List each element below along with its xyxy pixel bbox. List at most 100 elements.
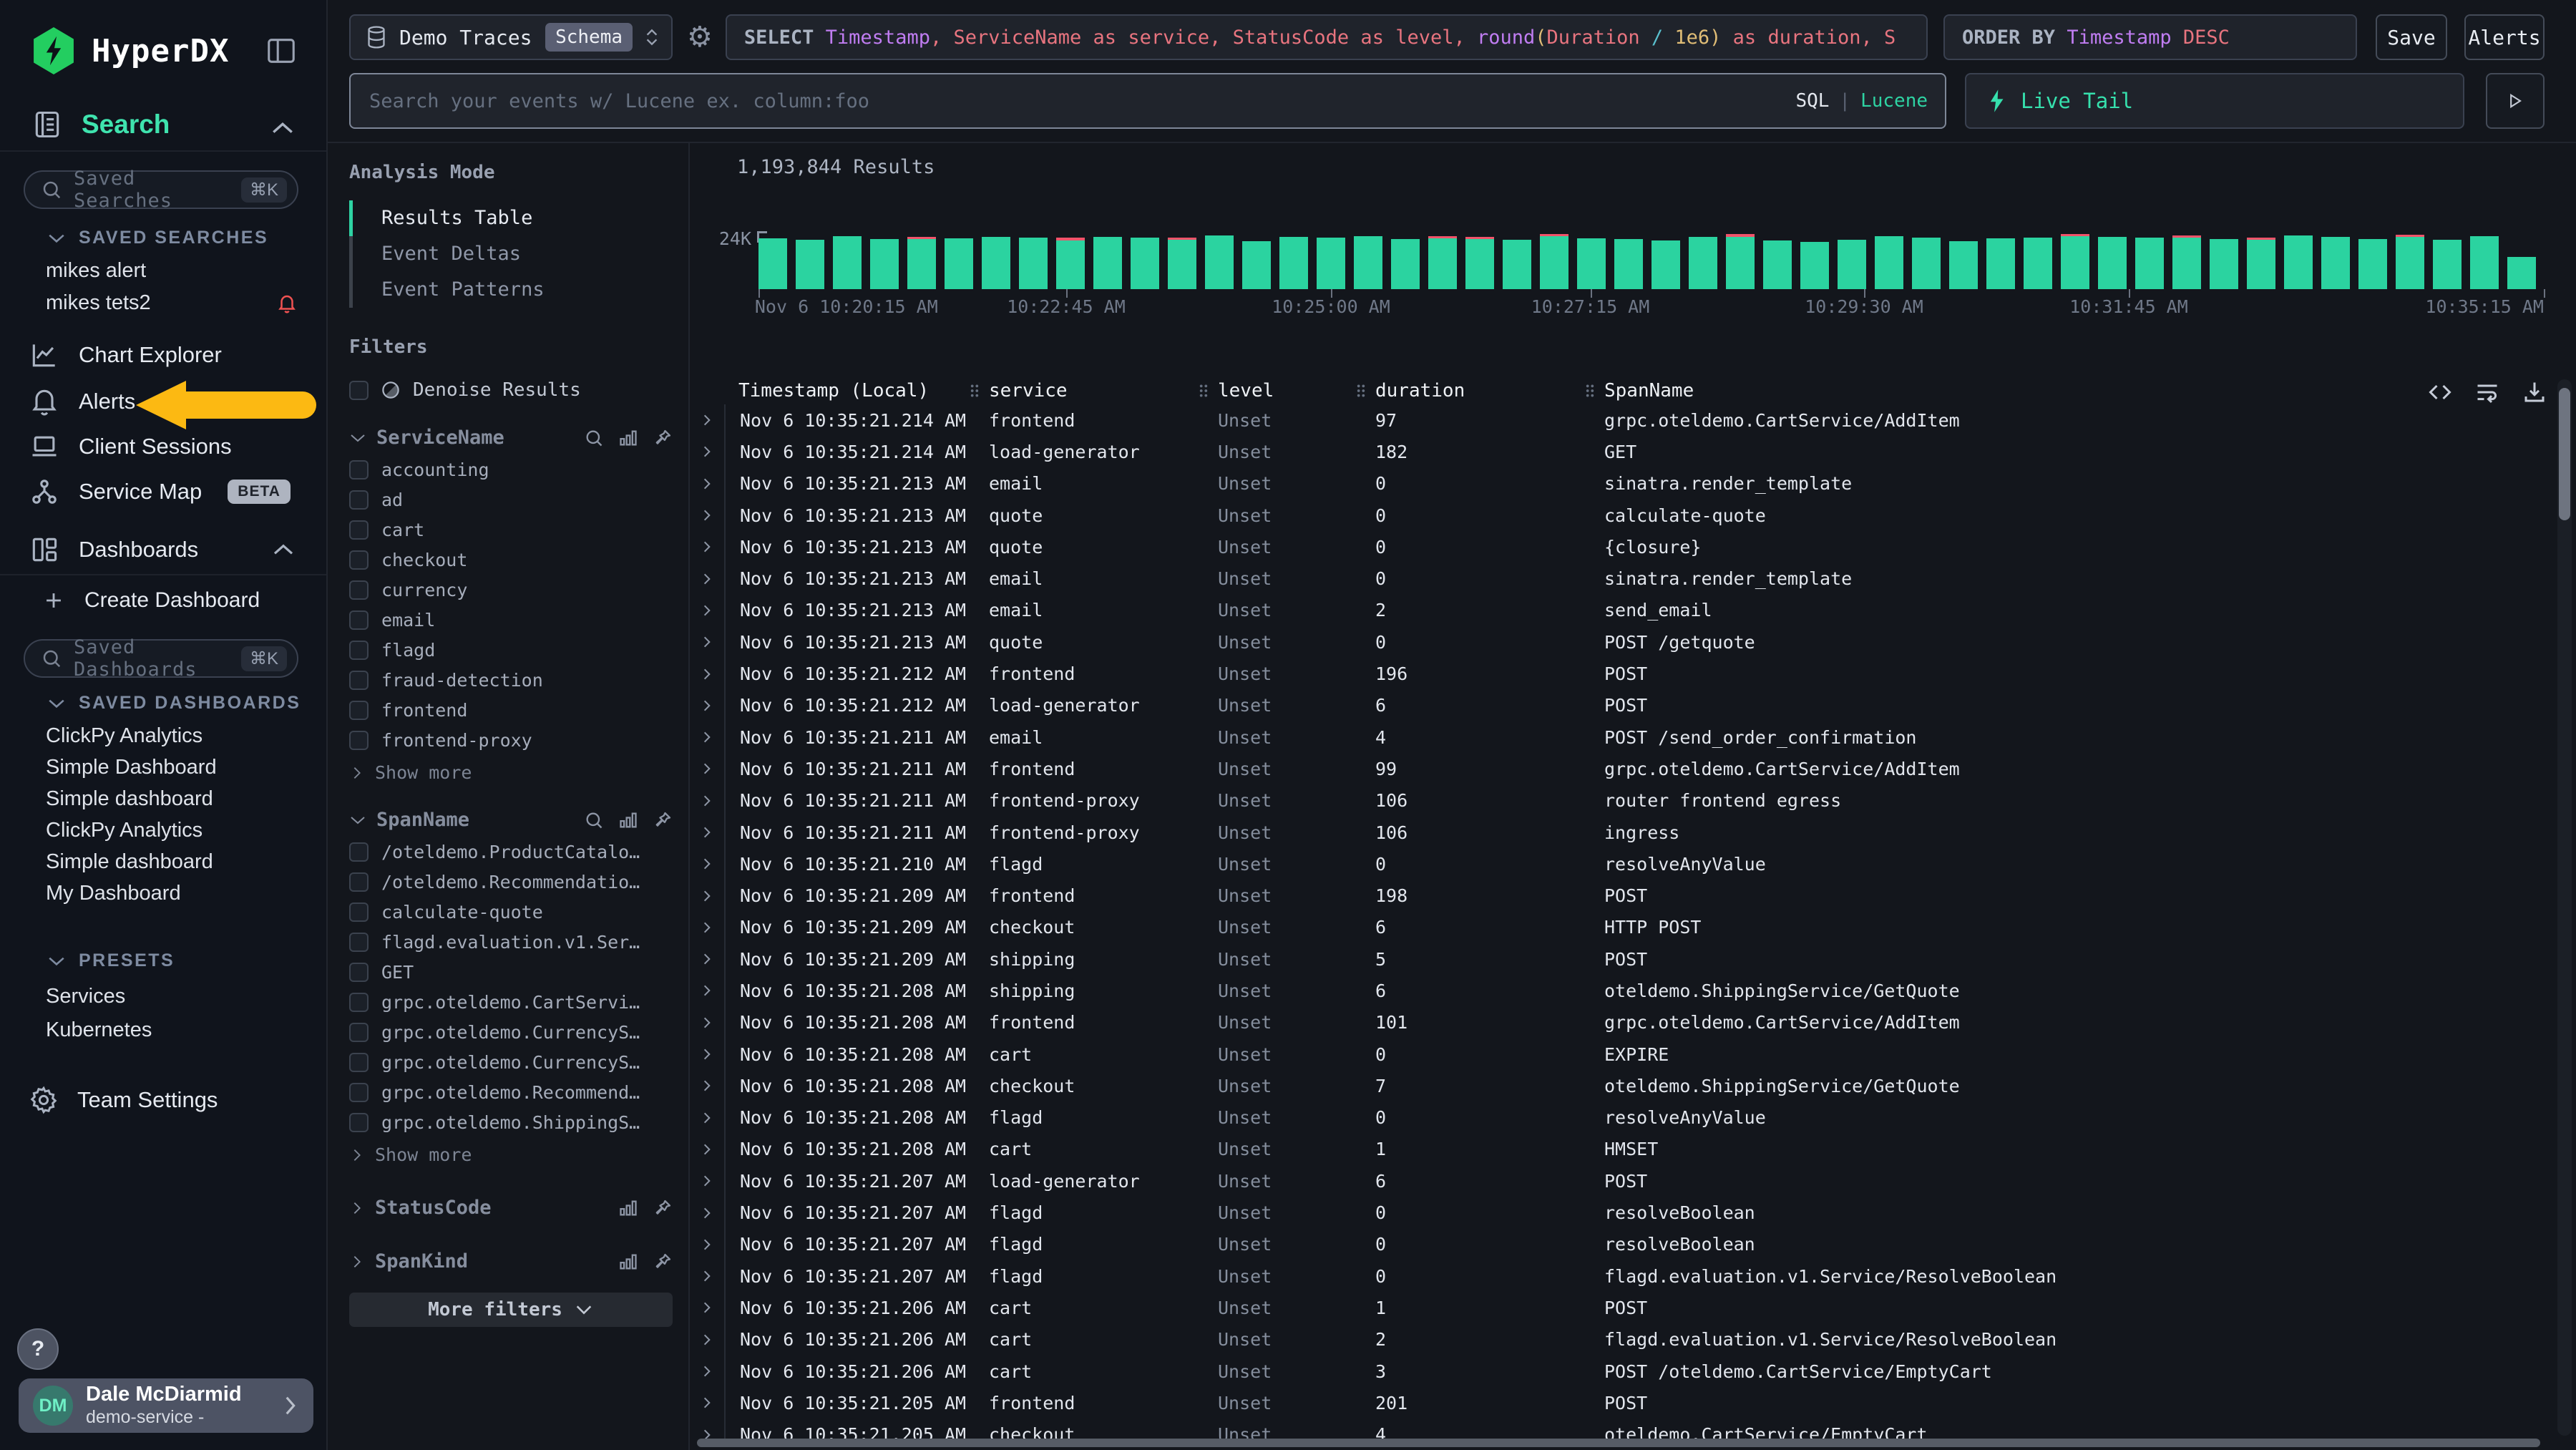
checkbox[interactable] <box>349 1113 369 1132</box>
checkbox[interactable] <box>349 731 369 750</box>
pin-icon[interactable] <box>653 810 673 830</box>
table-row[interactable]: Nov 6 10:35:21.211 AMemailUnset4POST /se… <box>690 721 2533 753</box>
histogram-bar[interactable] <box>1465 237 1494 289</box>
row-expand-chevron-icon[interactable] <box>690 1206 724 1220</box>
drag-handle-icon[interactable] <box>1198 383 1209 399</box>
checkbox[interactable] <box>349 933 369 952</box>
row-expand-chevron-icon[interactable] <box>690 952 724 966</box>
schema-badge[interactable]: Schema <box>545 23 633 52</box>
row-expand-chevron-icon[interactable] <box>690 477 724 491</box>
order-by-input[interactable]: ORDER BY Timestamp DESC <box>1943 14 2357 60</box>
histogram-bar[interactable] <box>833 236 862 289</box>
row-expand-chevron-icon[interactable] <box>690 1047 724 1061</box>
table-row[interactable]: Nov 6 10:35:21.207 AMflagdUnset0flagd.ev… <box>690 1260 2533 1292</box>
saved-searches-header[interactable]: SAVED SEARCHES <box>47 228 268 248</box>
table-row[interactable]: Nov 6 10:35:21.207 AMflagdUnset0resolveB… <box>690 1229 2533 1260</box>
table-row[interactable]: Nov 6 10:35:21.206 AMcartUnset2flagd.eva… <box>690 1324 2533 1356</box>
histogram-bar[interactable] <box>1763 240 1792 289</box>
filter-item[interactable]: flagd.evaluation.v1.Ser… <box>349 933 673 951</box>
table-row[interactable]: Nov 6 10:35:21.213 AMquoteUnset0POST /ge… <box>690 626 2533 658</box>
row-expand-chevron-icon[interactable] <box>690 983 724 998</box>
source-settings-gear-icon[interactable]: ⚙ <box>687 23 713 52</box>
histogram-bar[interactable] <box>1949 241 1978 289</box>
checkbox[interactable] <box>349 671 369 690</box>
row-expand-chevron-icon[interactable] <box>690 1237 724 1252</box>
preset-item[interactable]: Services <box>46 985 125 1008</box>
search-icon[interactable] <box>584 428 604 448</box>
row-expand-chevron-icon[interactable] <box>690 762 724 776</box>
checkbox[interactable] <box>349 381 369 400</box>
table-row[interactable]: Nov 6 10:35:21.213 AMemailUnset0sinatra.… <box>690 563 2533 594</box>
table-row[interactable]: Nov 6 10:35:21.209 AMcheckoutUnset6HTTP … <box>690 912 2533 943</box>
histogram-bar[interactable] <box>1614 239 1643 289</box>
histogram-bar[interactable] <box>1986 238 2015 289</box>
row-expand-chevron-icon[interactable] <box>690 920 724 935</box>
row-expand-chevron-icon[interactable] <box>690 1174 724 1188</box>
vertical-scrollbar-thumb[interactable] <box>2559 388 2570 520</box>
drag-handle-icon[interactable] <box>1584 383 1596 399</box>
table-row[interactable]: Nov 6 10:35:21.209 AMshippingUnset5POST <box>690 943 2533 975</box>
row-expand-chevron-icon[interactable] <box>690 1016 724 1030</box>
row-expand-chevron-icon[interactable] <box>690 1428 724 1439</box>
histogram-bar[interactable] <box>1242 241 1271 290</box>
analysis-mode-results-table[interactable]: Results Table <box>349 200 673 236</box>
filter-item[interactable]: currency <box>349 580 673 599</box>
pin-icon[interactable] <box>653 428 673 448</box>
sql-select-input[interactable]: SELECT Timestamp, ServiceName as service… <box>726 14 1928 60</box>
filter-item[interactable]: grpc.oteldemo.Recommend… <box>349 1083 673 1101</box>
filter-item[interactable]: flagd <box>349 641 673 659</box>
checkbox[interactable] <box>349 580 369 600</box>
filter-group-header[interactable]: StatusCode <box>349 1197 673 1219</box>
lucene-toggle[interactable]: Lucene <box>1860 90 1928 112</box>
chevron-right-icon[interactable] <box>349 1254 365 1270</box>
drag-handle-icon[interactable] <box>1355 383 1367 399</box>
checkbox[interactable] <box>349 460 369 480</box>
column-header-duration[interactable]: duration <box>1354 380 1583 402</box>
table-row[interactable]: Nov 6 10:35:21.205 AMfrontendUnset201POS… <box>690 1387 2533 1419</box>
pin-icon[interactable] <box>653 1252 673 1272</box>
chevron-down-icon[interactable] <box>349 814 366 826</box>
denoise-results-toggle[interactable]: Denoise Results <box>349 379 673 401</box>
column-header-level[interactable]: level <box>1196 380 1354 402</box>
show-more-button[interactable]: Show more <box>349 1144 673 1165</box>
table-row[interactable]: Nov 6 10:35:21.206 AMcartUnset3POST /ote… <box>690 1356 2533 1387</box>
saved-dashboard-item[interactable]: My Dashboard <box>46 882 181 905</box>
checkbox[interactable] <box>349 550 369 570</box>
sidebar-section-search[interactable]: Search <box>31 109 170 140</box>
row-expand-chevron-icon[interactable] <box>690 889 724 903</box>
saved-dashboard-item[interactable]: Simple Dashboard <box>46 756 217 779</box>
show-more-button[interactable]: Show more <box>349 762 673 783</box>
table-row[interactable]: Nov 6 10:35:21.213 AMquoteUnset0{closure… <box>690 531 2533 563</box>
table-row[interactable]: Nov 6 10:35:21.214 AMload-generatorUnset… <box>690 436 2533 467</box>
row-expand-chevron-icon[interactable] <box>690 540 724 554</box>
filter-item[interactable]: accounting <box>349 460 673 479</box>
table-row[interactable]: Nov 6 10:35:21.208 AMshippingUnset6oteld… <box>690 975 2533 1006</box>
table-row[interactable]: Nov 6 10:35:21.211 AMfrontendUnset99grpc… <box>690 753 2533 784</box>
sidebar-item-client-sessions[interactable]: Client Sessions <box>29 431 232 462</box>
row-expand-chevron-icon[interactable] <box>690 730 724 744</box>
table-row[interactable]: Nov 6 10:35:21.208 AMcheckoutUnset7oteld… <box>690 1070 2533 1101</box>
pin-icon[interactable] <box>653 1198 673 1218</box>
row-expand-chevron-icon[interactable] <box>690 1364 724 1378</box>
filter-item[interactable]: grpc.oteldemo.ShippingS… <box>349 1113 673 1132</box>
checkbox[interactable] <box>349 902 369 922</box>
checkbox[interactable] <box>349 490 369 510</box>
sidebar-item-alerts[interactable]: Alerts <box>29 386 135 417</box>
bar-chart-icon[interactable] <box>618 1252 638 1272</box>
saved-search-item[interactable]: mikes alert <box>46 259 298 283</box>
filter-item[interactable]: GET <box>349 963 673 981</box>
histogram-bar[interactable] <box>1875 236 1903 289</box>
histogram-bar[interactable] <box>2247 238 2275 289</box>
row-expand-chevron-icon[interactable] <box>690 1079 724 1093</box>
bar-chart-icon[interactable] <box>618 428 638 448</box>
histogram-bar[interactable] <box>1689 237 1717 289</box>
histogram-bar[interactable] <box>2396 235 2424 289</box>
help-button[interactable]: ? <box>17 1328 59 1370</box>
histogram-bar[interactable] <box>796 240 824 289</box>
table-row[interactable]: Nov 6 10:35:21.207 AMflagdUnset0resolveB… <box>690 1197 2533 1228</box>
saved-dashboard-item[interactable]: Simple dashboard <box>46 787 213 811</box>
checkbox[interactable] <box>349 610 369 630</box>
table-row[interactable]: Nov 6 10:35:21.208 AMfrontendUnset101grp… <box>690 1007 2533 1038</box>
column-header-spanname[interactable]: SpanName <box>1583 380 2533 402</box>
table-row[interactable]: Nov 6 10:35:21.208 AMcartUnset1HMSET <box>690 1134 2533 1165</box>
